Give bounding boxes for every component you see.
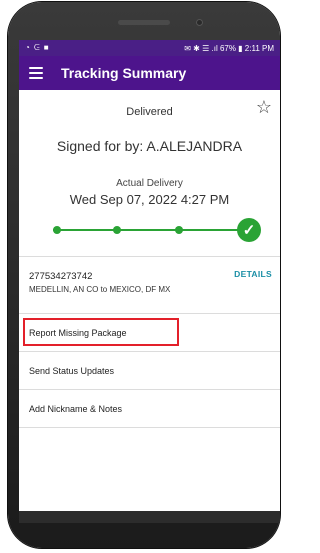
status-bar-left-icons: ◔ ᕮ ■: [25, 44, 49, 52]
menu-icon[interactable]: [29, 67, 43, 79]
list-item-label: Send Status Updates: [29, 365, 115, 376]
delivery-date: Wed Sep 07, 2022 4:27 PM: [69, 192, 230, 207]
status-bar: ◔ ᕮ ■ ✉ ✱ ☰ .ıl 67% ▮ 2:11 PM: [19, 40, 280, 56]
progress-step-dot: [175, 226, 183, 234]
list-item-label: Add Nickname & Notes: [29, 403, 123, 414]
app-screen: ◔ ᕮ ■ ✉ ✱ ☰ .ıl 67% ▮ 2:11 PM Tracking S…: [19, 40, 280, 516]
tracking-number: 277534273742: [29, 271, 93, 282]
front-camera: [196, 19, 203, 26]
send-status-updates-item[interactable]: Send Status Updates: [19, 352, 280, 390]
system-navigation-bar: [19, 511, 280, 523]
app-bar: Tracking Summary: [19, 56, 280, 90]
status-bar-right: ✉ ✱ ☰ .ıl 67% ▮ 2:11 PM: [184, 44, 274, 53]
delivery-summary: Delivered ☆ Signed for by: A.ALEJANDRA A…: [19, 90, 280, 257]
delivery-status: Delivered: [126, 106, 173, 118]
star-outline-icon[interactable]: ☆: [256, 98, 272, 116]
page-title: Tracking Summary: [61, 65, 187, 81]
delivery-progress: ✓: [53, 218, 261, 242]
image-notification-icon: ■: [43, 43, 49, 52]
list-item-label: Report Missing Package: [29, 327, 127, 338]
speaker-grille: [118, 20, 170, 25]
progress-step-dot: [113, 226, 121, 234]
app-notification-icon: ᕮ: [33, 43, 40, 52]
details-link[interactable]: DETAILS: [234, 269, 272, 279]
add-nickname-notes-item[interactable]: Add Nickname & Notes: [19, 390, 280, 428]
report-missing-package-item[interactable]: Report Missing Package: [19, 314, 280, 352]
progress-step-dot: [53, 226, 61, 234]
signed-for-text: Signed for by: A.ALEJANDRA: [56, 138, 243, 154]
progress-line: [53, 229, 249, 231]
notification-icon: ◔: [25, 43, 30, 52]
shipment-route: MEDELLIN, AN CO to MEXICO, DF MX: [29, 285, 171, 294]
actual-delivery-label: Actual Delivery: [116, 178, 183, 189]
shipment-info: 277534273742 MEDELLIN, AN CO to MEXICO, …: [19, 257, 280, 314]
check-icon: ✓: [237, 218, 261, 242]
status-bar-system-info: ✉ ✱ ☰ .ıl 67% ▮ 2:11 PM: [184, 43, 274, 53]
